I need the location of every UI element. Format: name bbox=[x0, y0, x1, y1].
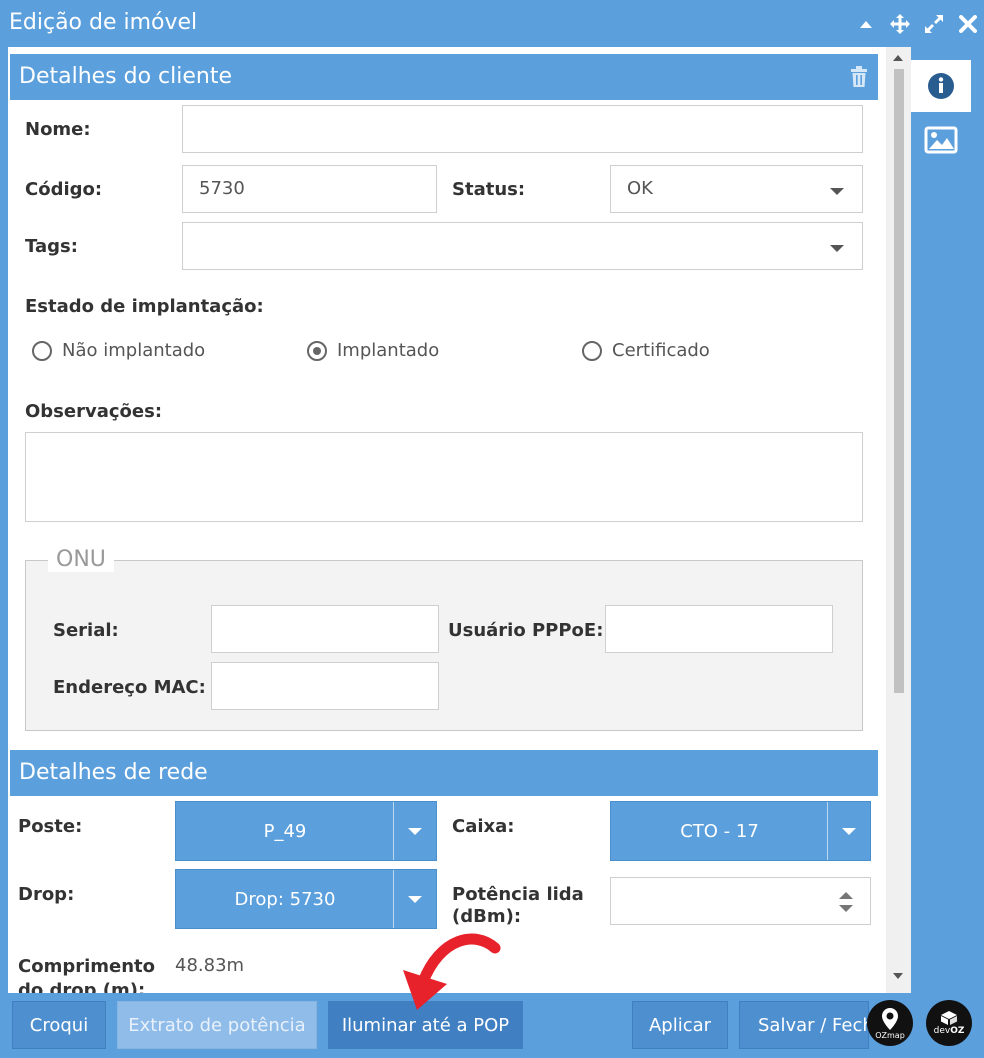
mac-address-input[interactable] bbox=[211, 662, 439, 710]
chevron-down-icon bbox=[842, 828, 856, 835]
radio-label: Implantado bbox=[337, 340, 440, 361]
image-icon bbox=[924, 126, 958, 154]
select-divider bbox=[393, 802, 394, 860]
drop-length-value: 48.83m bbox=[175, 955, 245, 976]
devoz-text-oz: OZ bbox=[950, 1026, 965, 1036]
onu-fieldset: ONU Serial: Usuário PPPoE: Endereço MAC: bbox=[25, 547, 863, 731]
code-label: Código: bbox=[25, 179, 103, 200]
box-select[interactable]: CTO - 17 bbox=[610, 801, 871, 861]
power-extract-button[interactable]: Extrato de potência bbox=[117, 1001, 317, 1049]
status-select[interactable]: OK bbox=[610, 165, 863, 213]
pole-label: Poste: bbox=[18, 816, 83, 837]
radio-circle bbox=[32, 340, 52, 361]
pppoe-user-input[interactable] bbox=[605, 605, 833, 653]
drop-label: Drop: bbox=[18, 884, 75, 905]
apply-button[interactable]: Aplicar bbox=[632, 1001, 728, 1049]
croqui-button[interactable]: Croqui bbox=[12, 1001, 106, 1049]
title-bar[interactable]: Edição de imóvel bbox=[0, 0, 984, 47]
tags-label: Tags: bbox=[25, 236, 78, 257]
drop-value: Drop: 5730 bbox=[234, 888, 336, 910]
radio-circle bbox=[582, 340, 602, 361]
trash-icon[interactable] bbox=[850, 66, 868, 94]
tags-select[interactable] bbox=[182, 222, 863, 270]
devoz-logo: devOZ bbox=[926, 1000, 972, 1046]
status-label: Status: bbox=[452, 179, 526, 200]
spinner-arrows-icon[interactable] bbox=[838, 890, 854, 919]
drop-length-label: Comprimento do drop (m): bbox=[18, 956, 156, 993]
edit-property-window: Edição de imóvel Detalhes do cliente Nom… bbox=[0, 0, 984, 1058]
chevron-down-icon bbox=[408, 828, 422, 835]
radio-label: Não implantado bbox=[62, 340, 206, 361]
deploy-state-label: Estado de implantação: bbox=[25, 296, 264, 317]
serial-label: Serial: bbox=[53, 620, 119, 641]
title-controls bbox=[854, 12, 980, 36]
info-icon bbox=[928, 73, 954, 99]
pole-select[interactable]: P_49 bbox=[175, 801, 437, 861]
power-read-input[interactable] bbox=[610, 877, 871, 925]
notes-label: Observações: bbox=[25, 401, 163, 422]
status-value: OK bbox=[627, 178, 653, 199]
radio-deployed[interactable]: Implantado bbox=[307, 340, 439, 361]
box-label: Caixa: bbox=[452, 816, 515, 837]
chevron-down-icon bbox=[830, 188, 844, 195]
move-icon[interactable] bbox=[888, 12, 912, 36]
radio-not-deployed[interactable]: Não implantado bbox=[32, 340, 205, 361]
map-pin-icon bbox=[882, 1007, 898, 1030]
pppoe-user-label: Usuário PPPoE: bbox=[448, 620, 604, 641]
ozmap-logo-text: OZmap bbox=[875, 1030, 905, 1040]
select-divider bbox=[827, 802, 828, 860]
scroll-up-icon[interactable] bbox=[893, 55, 903, 61]
collapse-icon[interactable] bbox=[854, 12, 878, 36]
code-input[interactable]: 5730 bbox=[182, 165, 437, 213]
radio-label: Certificado bbox=[612, 340, 710, 361]
footer-bar: Croqui Extrato de potência Iluminar até … bbox=[0, 993, 984, 1058]
pole-value: P_49 bbox=[263, 820, 307, 842]
chevron-down-icon bbox=[408, 896, 422, 903]
client-details-title: Detalhes do cliente bbox=[19, 64, 233, 89]
serial-input[interactable] bbox=[211, 605, 439, 653]
network-details-title: Detalhes de rede bbox=[19, 760, 208, 785]
illuminate-to-pop-button[interactable]: Iluminar até a POP bbox=[328, 1001, 523, 1049]
scroll-down-icon[interactable] bbox=[893, 973, 903, 979]
power-read-label: Potência lida (dBm): bbox=[452, 884, 584, 927]
radio-circle-checked bbox=[307, 340, 327, 361]
save-close-button[interactable]: Salvar / Fechar bbox=[739, 1001, 869, 1049]
form-content: Detalhes do cliente Nome: Código: 5730 S… bbox=[8, 47, 911, 993]
scroll-thumb[interactable] bbox=[894, 69, 904, 693]
mac-address-label: Endereço MAC: bbox=[53, 677, 206, 698]
radio-certified[interactable]: Certificado bbox=[582, 340, 710, 361]
box-value: CTO - 17 bbox=[680, 820, 759, 842]
deploy-state-radios: Não implantado Implantado Certificado bbox=[8, 340, 878, 370]
select-divider bbox=[393, 870, 394, 928]
devoz-logo-text: devOZ bbox=[934, 1026, 965, 1036]
scrollbar[interactable] bbox=[886, 47, 911, 993]
network-details-header: Detalhes de rede bbox=[10, 750, 878, 796]
onu-legend: ONU bbox=[48, 547, 114, 572]
devoz-text-dev: dev bbox=[933, 1026, 951, 1036]
close-icon[interactable] bbox=[956, 12, 980, 36]
notes-textarea[interactable] bbox=[25, 432, 863, 522]
drop-select[interactable]: Drop: 5730 bbox=[175, 869, 437, 929]
maximize-icon[interactable] bbox=[922, 12, 946, 36]
name-label: Nome: bbox=[25, 119, 91, 140]
cube-icon bbox=[941, 1011, 957, 1025]
window-title: Edição de imóvel bbox=[9, 10, 198, 35]
name-input[interactable] bbox=[182, 105, 863, 153]
tab-info[interactable] bbox=[911, 60, 971, 112]
ozmap-logo: OZmap bbox=[867, 1000, 913, 1046]
chevron-down-icon bbox=[830, 245, 844, 252]
client-details-header: Detalhes do cliente bbox=[10, 54, 878, 100]
tab-images[interactable] bbox=[911, 114, 971, 166]
